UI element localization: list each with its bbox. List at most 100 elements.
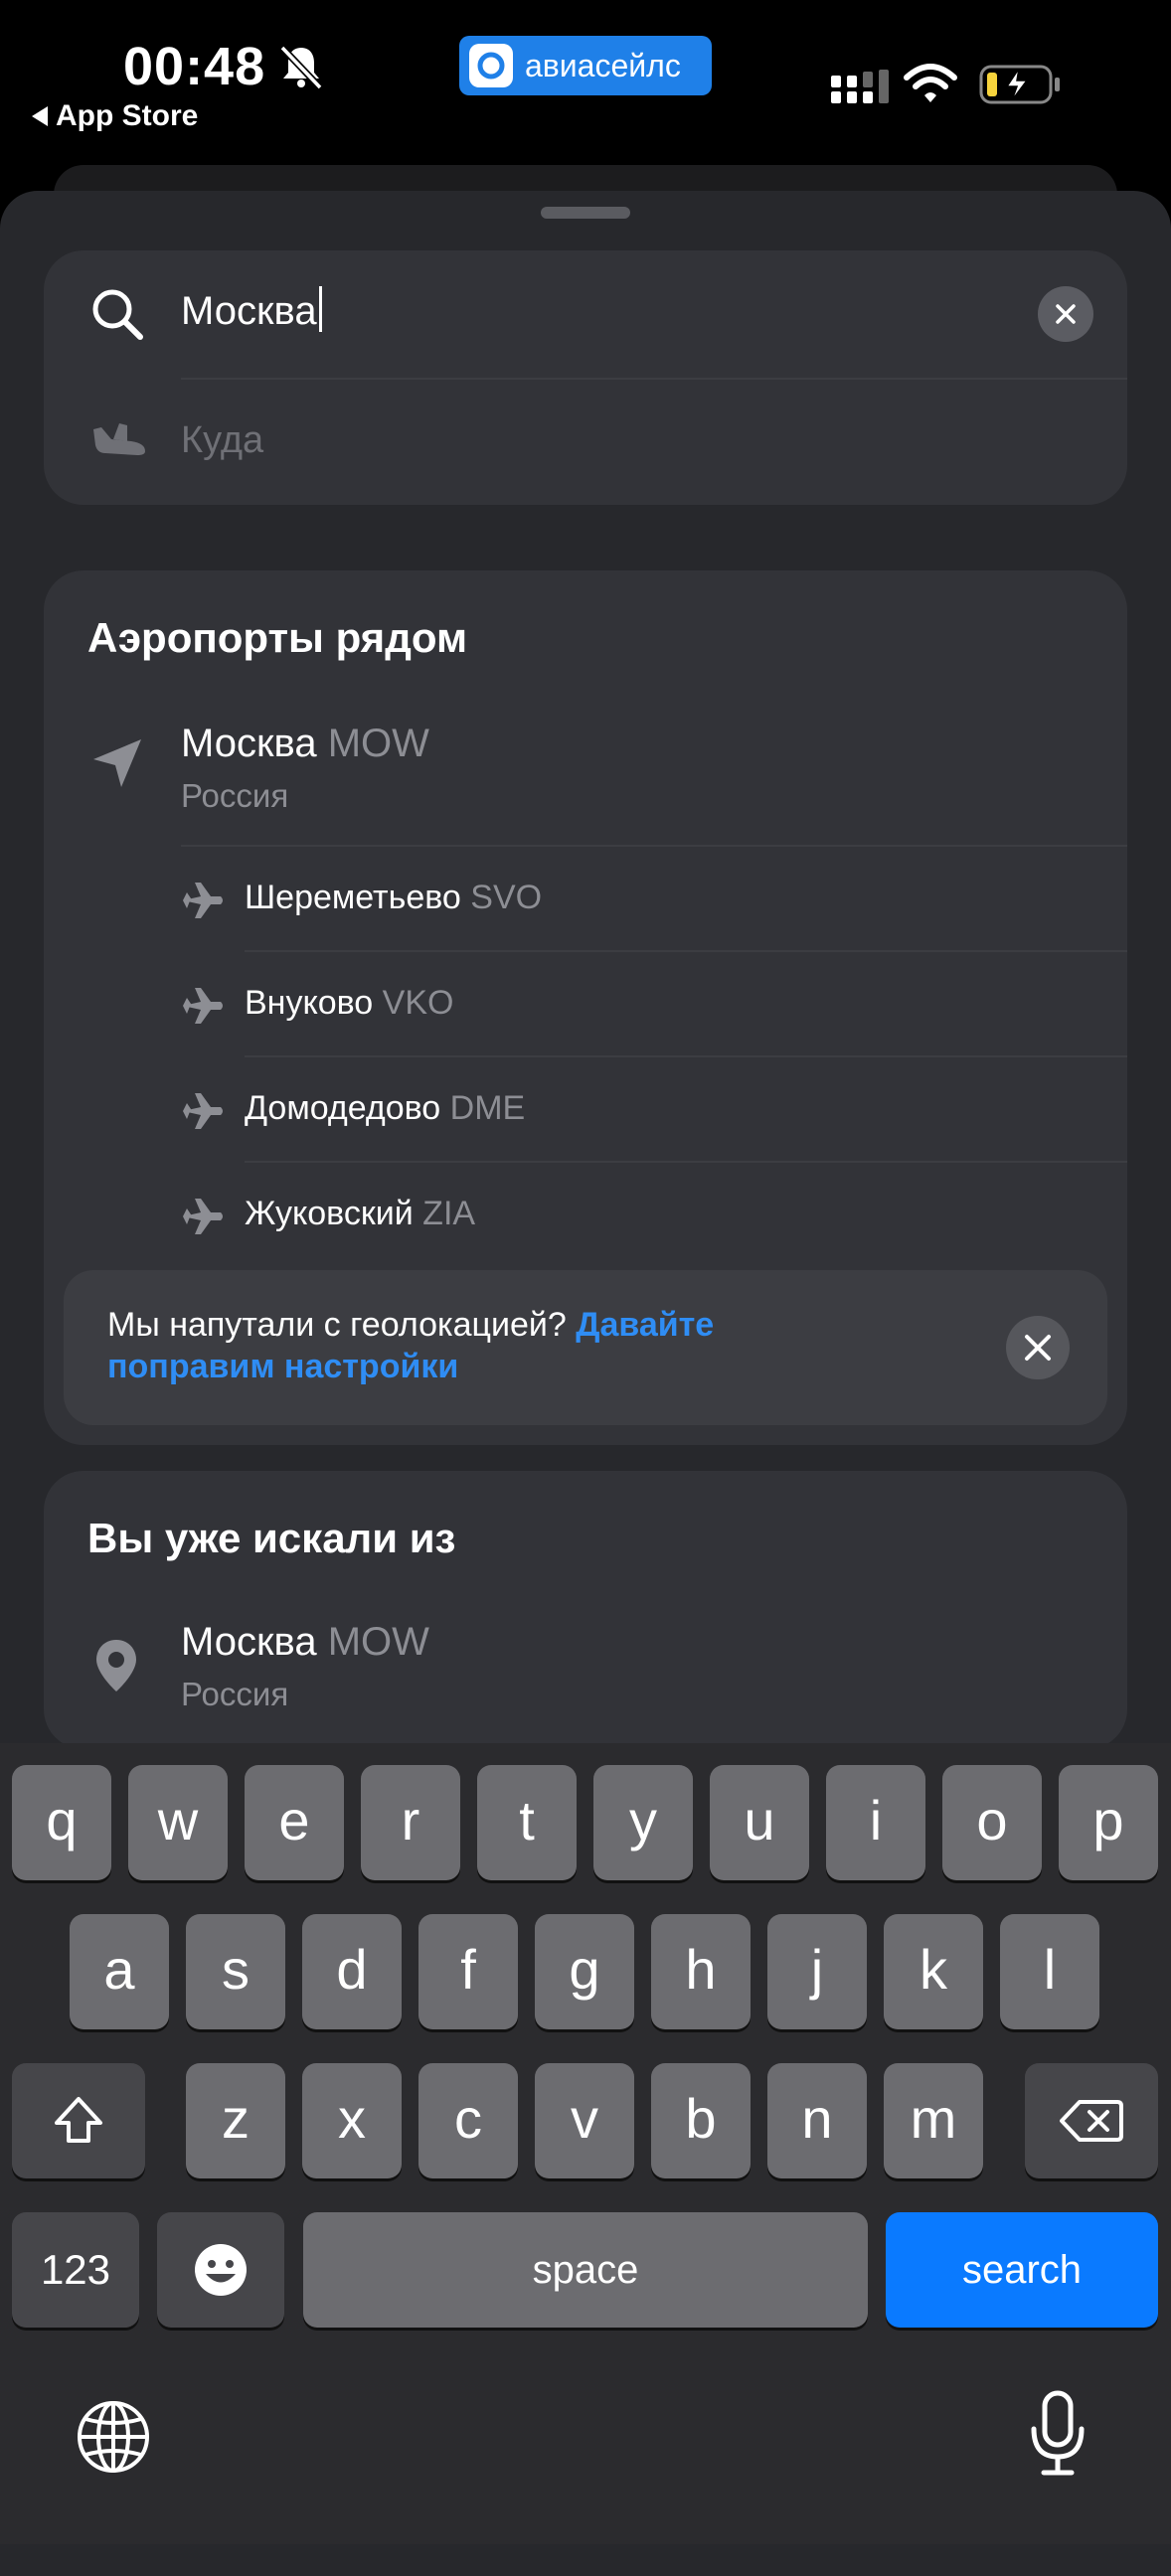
emoji-key[interactable] — [157, 2212, 284, 2328]
key-j[interactable]: j — [767, 1914, 867, 2029]
key-q-label: q — [46, 1788, 78, 1852]
key-s-label: s — [222, 1937, 250, 2001]
search-key-label: search — [961, 2247, 1083, 2292]
emoji-icon — [195, 2244, 247, 2296]
location-pin-icon — [96, 1640, 136, 1691]
plane-icon — [183, 988, 223, 1024]
key-y[interactable]: y — [593, 1765, 693, 1880]
key-g[interactable]: g — [535, 1914, 634, 2029]
key-c[interactable]: c — [418, 2063, 518, 2178]
plane-icon — [183, 1199, 223, 1234]
shift-icon — [55, 2097, 102, 2143]
key-s[interactable]: s — [186, 1914, 285, 2029]
key-c-label: c — [454, 2086, 482, 2150]
dismiss-banner-button[interactable] — [1006, 1316, 1070, 1379]
key-b-label: b — [685, 2086, 717, 2150]
wifi-icon — [904, 64, 957, 102]
key-a[interactable]: a — [70, 1914, 169, 2029]
history-title: Вы уже искали из — [87, 1515, 456, 1561]
key-n[interactable]: n — [767, 2063, 867, 2178]
microphone-icon[interactable] — [1028, 2389, 1087, 2479]
close-icon — [1056, 304, 1076, 324]
airport-code-zia: ZIA — [422, 1195, 476, 1232]
key-v-label: v — [571, 2086, 598, 2150]
key-l-label: l — [1043, 1937, 1057, 2001]
key-b[interactable]: b — [651, 2063, 751, 2178]
history-city-label: Москва — [181, 1620, 317, 1664]
destination-input[interactable]: Куда — [181, 419, 263, 462]
history-city-name: Москва MOW — [181, 1620, 429, 1665]
key-m[interactable]: m — [884, 2063, 983, 2178]
key-f-label: f — [460, 1937, 476, 2001]
key-r[interactable]: r — [361, 1765, 460, 1880]
airport-code-dme: DME — [449, 1089, 526, 1127]
close-icon — [1025, 1335, 1051, 1361]
key-z-label: z — [222, 2086, 250, 2150]
key-t-label: t — [519, 1788, 535, 1852]
backspace-icon — [1060, 2100, 1123, 2142]
key-v[interactable]: v — [535, 2063, 634, 2178]
key-e-label: e — [278, 1788, 310, 1852]
key-o[interactable]: o — [942, 1765, 1042, 1880]
origin-input[interactable]: Москва — [181, 286, 322, 334]
history-city-country: Россия — [181, 1676, 289, 1712]
airport-dme: Домодедово DME — [245, 1089, 525, 1128]
key-x-label: x — [338, 2086, 366, 2150]
history-city-code: MOW — [327, 1620, 429, 1664]
text-caret — [318, 286, 322, 332]
key-l[interactable]: l — [1000, 1914, 1099, 2029]
key-f[interactable]: f — [418, 1914, 518, 2029]
key-w-label: w — [157, 1788, 199, 1852]
airport-svo: Шереметьево SVO — [245, 879, 542, 917]
key-d[interactable]: d — [302, 1914, 402, 2029]
key-i[interactable]: i — [826, 1765, 925, 1880]
delete-key[interactable] — [1025, 2063, 1158, 2178]
geolocation-banner-text: Мы напутали с геолокацией? Давайте попра… — [107, 1304, 823, 1387]
nearby-city-name: Москва MOW — [181, 722, 429, 766]
key-h-label: h — [685, 1937, 717, 2001]
sheet-grabber[interactable] — [541, 207, 630, 219]
key-g-label: g — [569, 1937, 600, 2001]
plane-icon — [183, 1093, 223, 1129]
airport-name-dme: Домодедово — [245, 1089, 441, 1127]
aviasales-logo-icon — [469, 44, 513, 87]
key-u[interactable]: u — [710, 1765, 809, 1880]
search-divider — [181, 378, 1127, 380]
airport-code-svo: SVO — [470, 879, 543, 916]
key-t[interactable]: t — [477, 1765, 577, 1880]
back-label: App Store — [56, 99, 199, 132]
key-a-label: a — [103, 1937, 135, 2001]
nearby-city-country: Россия — [181, 777, 289, 814]
shift-key[interactable] — [12, 2063, 145, 2178]
numbers-key[interactable]: 123 — [12, 2212, 139, 2328]
key-m-label: m — [910, 2086, 957, 2150]
key-n-label: n — [801, 2086, 833, 2150]
key-h[interactable]: h — [651, 1914, 751, 2029]
search-key[interactable]: search — [886, 2212, 1158, 2328]
key-k[interactable]: k — [884, 1914, 983, 2029]
airport-name-svo: Шереметьево — [245, 879, 461, 916]
back-triangle-icon — [32, 106, 48, 126]
nearby-city-code: MOW — [327, 722, 429, 765]
globe-icon[interactable] — [76, 2399, 151, 2475]
key-u-label: u — [744, 1788, 775, 1852]
nearby-city-label: Москва — [181, 722, 317, 765]
airport-vko: Внуково VKO — [245, 984, 453, 1023]
key-q[interactable]: q — [12, 1765, 111, 1880]
key-d-label: d — [336, 1937, 368, 2001]
key-k-label: k — [920, 1937, 947, 2001]
airport-name-zia: Жуковский — [245, 1195, 414, 1232]
space-key[interactable]: space — [303, 2212, 868, 2328]
bell-muted-icon — [279, 45, 323, 90]
key-z[interactable]: z — [186, 2063, 285, 2178]
key-x[interactable]: x — [302, 2063, 402, 2178]
clear-origin-button[interactable] — [1038, 286, 1093, 342]
key-e[interactable]: e — [245, 1765, 344, 1880]
status-time: 00:48 — [123, 37, 266, 96]
cellular-signal-icon — [831, 70, 889, 103]
back-to-app-store[interactable]: App Store — [32, 99, 198, 133]
location-arrow-icon — [93, 739, 141, 787]
key-w[interactable]: w — [128, 1765, 228, 1880]
numbers-key-label: 123 — [40, 2246, 111, 2293]
key-p[interactable]: p — [1059, 1765, 1158, 1880]
